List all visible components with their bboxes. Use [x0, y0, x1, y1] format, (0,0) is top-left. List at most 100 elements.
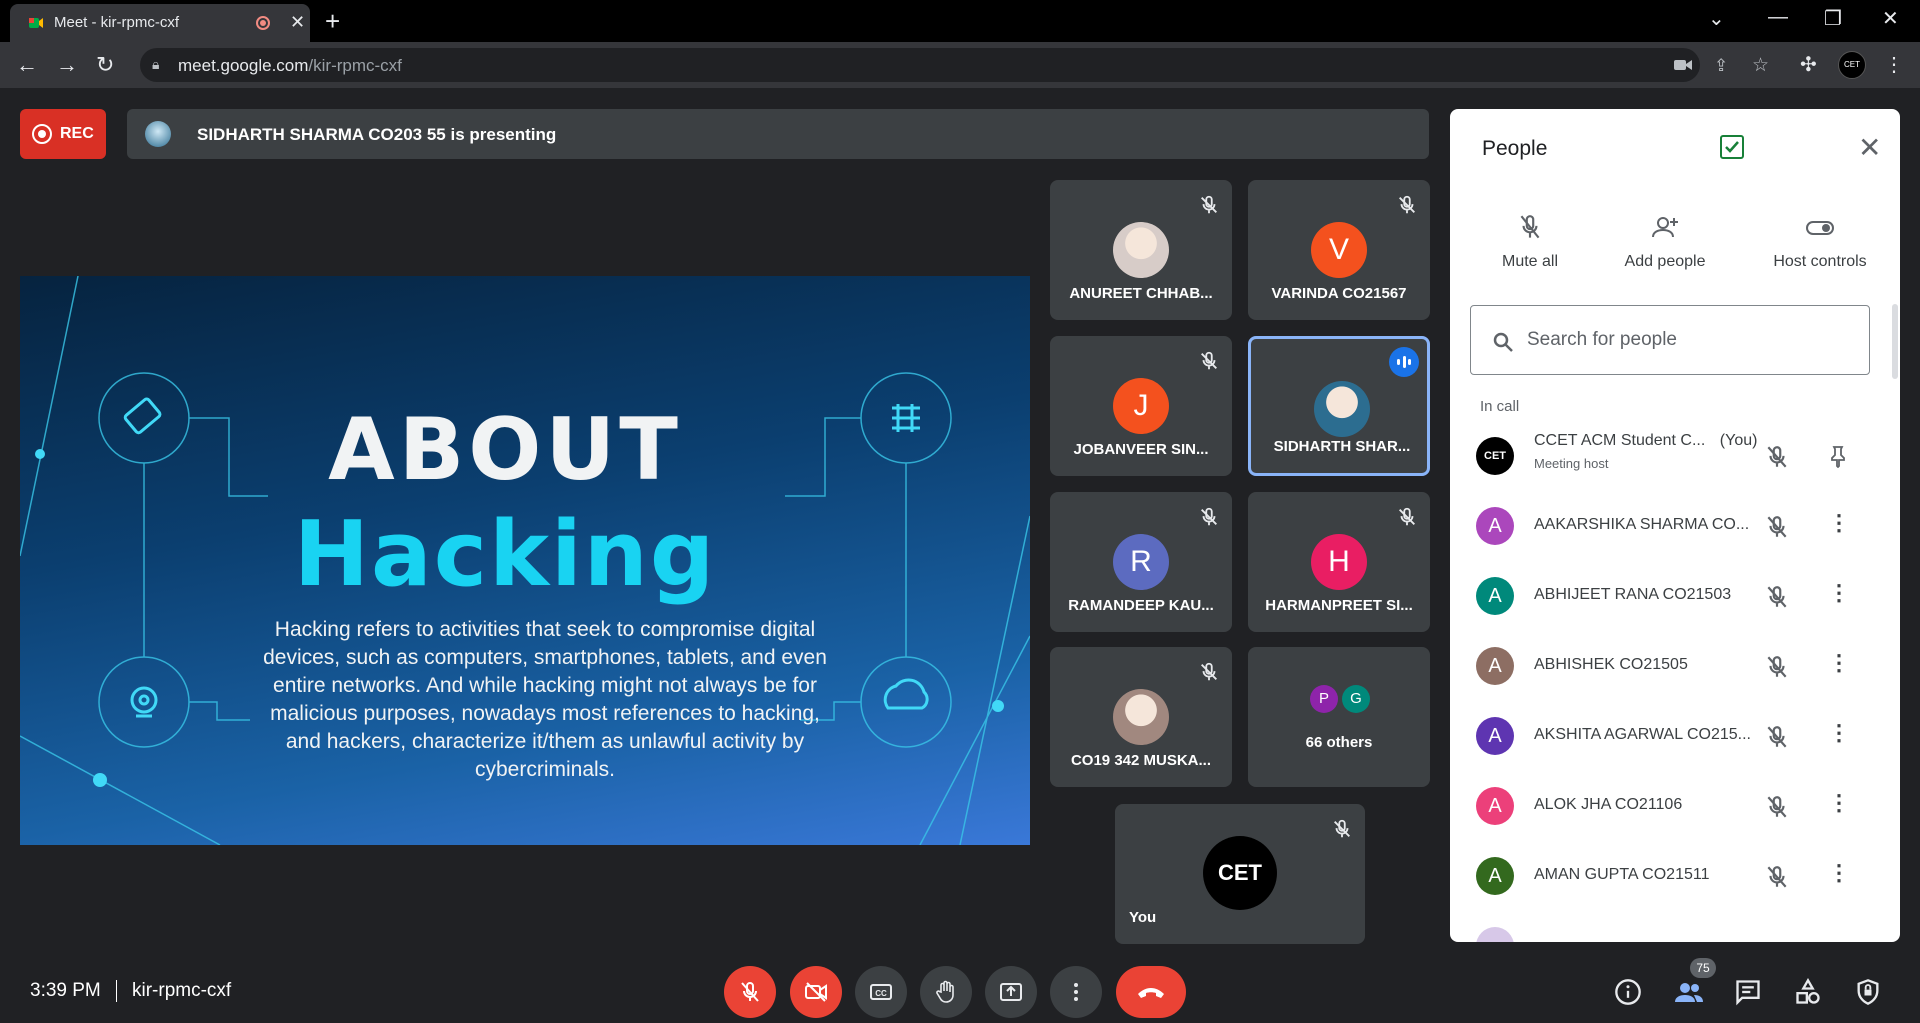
participant-list-name: ALOK JHA CO21106: [1534, 796, 1683, 813]
people-panel: People ✕ Mute all Add people Host contro…: [1450, 109, 1900, 942]
tab-search-icon[interactable]: ⌄: [1708, 6, 1725, 31]
captions-button[interactable]: CC: [855, 966, 907, 1018]
participant-tile[interactable]: SIDHARTH SHAR...: [1248, 336, 1430, 476]
leave-call-button[interactable]: [1116, 966, 1186, 1018]
self-tile[interactable]: CET You: [1115, 804, 1365, 944]
participant-tile[interactable]: P G 66 others: [1248, 647, 1430, 787]
participant-list-item[interactable]: A AAKARSHIKA SHARMA CO... ⋮: [1450, 492, 1900, 562]
participant-letter-avatar: H: [1311, 534, 1367, 590]
tab-title: Meet - kir-rpmc-cxf: [54, 14, 179, 31]
raise-hand-button[interactable]: [920, 966, 972, 1018]
participant-list-item[interactable]: A ABHIJEET RANA CO21503 ⋮: [1450, 562, 1900, 632]
restore-button[interactable]: ❐: [1824, 6, 1842, 31]
participant-letter-avatar: V: [1311, 222, 1367, 278]
browser-tab[interactable]: Meet - kir-rpmc-cxf ✕: [10, 4, 310, 42]
divider: [116, 980, 117, 1002]
new-tab-button[interactable]: +: [325, 6, 340, 37]
host-check-icon[interactable]: [1720, 135, 1744, 159]
participant-photo-avatar: [1113, 689, 1169, 745]
participant-name: HARMANPREET SI...: [1265, 597, 1413, 614]
present-now-button[interactable]: [985, 966, 1037, 1018]
pin-icon[interactable]: [1826, 444, 1850, 468]
more-icon[interactable]: ⋮: [1828, 790, 1850, 816]
recording-badge[interactable]: REC: [20, 109, 106, 159]
url-text: meet.google.com/kir-rpmc-cxf: [178, 56, 402, 75]
camera-toggle-button[interactable]: [790, 966, 842, 1018]
svg-text:CC: CC: [875, 989, 887, 998]
mic-off-icon[interactable]: [1764, 724, 1790, 750]
mic-off-icon[interactable]: [1764, 654, 1790, 680]
more-options-button[interactable]: [1050, 966, 1102, 1018]
mic-off-icon[interactable]: [1764, 794, 1790, 820]
search-people-input[interactable]: [1527, 322, 1847, 358]
panel-scrollbar[interactable]: [1892, 304, 1898, 379]
more-icon[interactable]: ⋮: [1828, 650, 1850, 676]
participant-avatar-partial: [1476, 927, 1514, 942]
profile-avatar[interactable]: CET: [1838, 51, 1866, 79]
participant-list-item[interactable]: A AMAN GUPTA CO21511 ⋮: [1450, 842, 1900, 912]
participant-tile[interactable]: ANUREET CHHAB...: [1050, 180, 1232, 320]
mute-all-label: Mute all: [1501, 253, 1559, 270]
mic-off-icon: [741, 981, 759, 1002]
panel-close-icon[interactable]: ✕: [1858, 131, 1881, 164]
address-bar[interactable]: 🔒︎ meet.google.com/kir-rpmc-cxf ⇪ ☆: [140, 48, 1769, 82]
more-icon[interactable]: ⋮: [1828, 510, 1850, 536]
participant-tile[interactable]: V VARINDA CO21567: [1248, 180, 1430, 320]
participant-avatar: A: [1476, 787, 1514, 825]
participant-tile[interactable]: J JOBANVEER SIN...: [1050, 336, 1232, 476]
slide-heading-hacking: Hacking: [293, 502, 717, 607]
activities-icon[interactable]: [1794, 978, 1822, 1006]
participant-list-item[interactable]: A ABHISHEK CO21505 ⋮: [1450, 632, 1900, 702]
tab-close-icon[interactable]: ✕: [290, 12, 305, 33]
participant-avatar: A: [1476, 647, 1514, 685]
window-close-button[interactable]: ✕: [1882, 6, 1899, 31]
reload-button[interactable]: ↻: [96, 52, 114, 78]
bookmark-star-icon[interactable]: ☆: [1752, 54, 1769, 77]
participant-count-badge: 75: [1690, 958, 1716, 978]
mic-off-icon[interactable]: [1764, 864, 1790, 890]
hand-icon: [936, 980, 954, 1003]
mic-off-icon[interactable]: [1764, 514, 1790, 540]
meeting-clock: 3:39 PM: [30, 980, 101, 1001]
more-icon[interactable]: ⋮: [1828, 860, 1850, 886]
participant-tile[interactable]: CO19 342 MUSKA...: [1050, 647, 1232, 787]
participant-tile[interactable]: H HARMANPREET SI...: [1248, 492, 1430, 632]
forward-button[interactable]: →: [56, 52, 78, 78]
mute-all-button[interactable]: Mute all: [1460, 213, 1600, 271]
others-count-label: 66 others: [1305, 734, 1373, 751]
person-add-icon: [1652, 217, 1678, 238]
mic-toggle-button[interactable]: [724, 966, 776, 1018]
back-button[interactable]: ←: [16, 52, 38, 78]
camera-in-use-icon[interactable]: [1674, 59, 1692, 71]
presenter-avatar: [145, 121, 171, 147]
mic-off-icon[interactable]: [1764, 584, 1790, 610]
extensions-puzzle-icon[interactable]: ✣: [1800, 52, 1817, 77]
participant-list-name: CCET ACM Student C... (You): [1534, 432, 1758, 449]
participant-avatar: A: [1476, 577, 1514, 615]
search-icon: [1493, 332, 1513, 352]
share-icon[interactable]: ⇪: [1714, 56, 1728, 76]
mic-off-icon[interactable]: [1764, 444, 1790, 470]
meet-favicon-icon: [29, 18, 43, 28]
more-icon[interactable]: ⋮: [1828, 720, 1850, 746]
people-icon[interactable]: [1674, 978, 1704, 1006]
participant-list-item[interactable]: CET CCET ACM Student C... (You) Meeting ho…: [1450, 422, 1900, 492]
participant-list-item[interactable]: A ALOK JHA CO21106 ⋮: [1450, 772, 1900, 842]
speaking-indicator-icon: [1389, 347, 1419, 377]
host-controls-button[interactable]: Host controls: [1750, 213, 1890, 271]
participant-tile[interactable]: R RAMANDEEP KAU...: [1050, 492, 1232, 632]
host-controls-shield-icon[interactable]: [1854, 978, 1882, 1006]
add-people-button[interactable]: Add people: [1595, 213, 1735, 271]
mic-off-icon: [1201, 507, 1217, 526]
mic-off-icon: [1201, 351, 1217, 370]
participant-list-item[interactable]: A AKSHITA AGARWAL CO215... ⋮: [1450, 702, 1900, 772]
lock-icon[interactable]: 🔒︎: [152, 56, 159, 73]
browser-menu-icon[interactable]: ⋮: [1884, 52, 1904, 77]
participant-list-name: AAKARSHIKA SHARMA CO...: [1534, 516, 1750, 533]
meeting-details-icon[interactable]: [1614, 978, 1642, 1006]
chat-icon[interactable]: [1734, 978, 1762, 1006]
search-people-field[interactable]: [1470, 305, 1870, 375]
minimize-button[interactable]: —: [1768, 6, 1788, 29]
present-screen-icon: [1000, 983, 1022, 1001]
more-icon[interactable]: ⋮: [1828, 580, 1850, 606]
